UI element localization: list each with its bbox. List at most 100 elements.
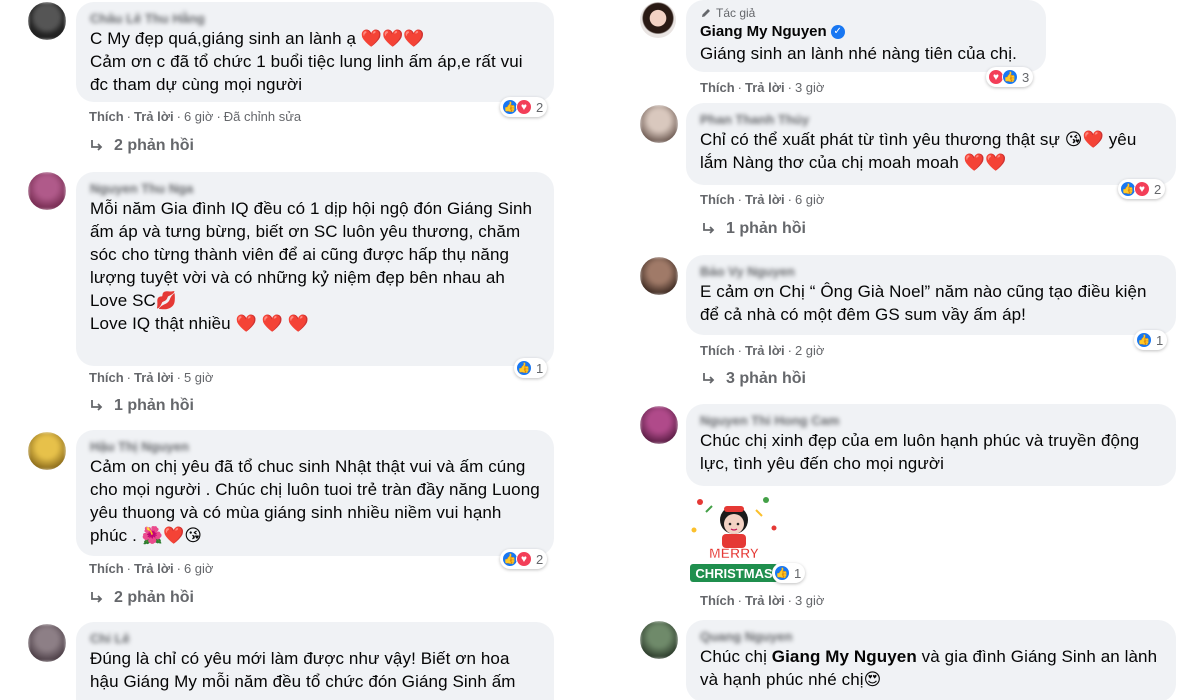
comment-time[interactable]: 3 giờ — [795, 80, 825, 95]
comment-bubble: Bảo Vy Nguyen E cảm ơn Chị “ Ông Già Noe… — [686, 255, 1176, 335]
comment-actions: Thích · Trả lời · 6 giờ · Đã chỉnh sửa — [89, 109, 302, 124]
comment-actions: Thích · Trả lời · 3 giờ — [700, 593, 825, 608]
reply-button[interactable]: Trả lời — [745, 343, 785, 358]
author-name[interactable]: Giang My Nguyen — [700, 23, 827, 40]
avatar[interactable] — [640, 2, 676, 38]
mention-link[interactable]: Giang My Nguyen — [772, 647, 917, 666]
reaction-count: 2 — [1154, 181, 1162, 197]
comment-bubble: Chi Lê Đúng là chỉ có yêu mới làm được n… — [76, 622, 554, 700]
like-button[interactable]: Thích — [89, 370, 124, 385]
avatar[interactable] — [28, 2, 66, 40]
like-reaction-icon: 👍 — [1002, 69, 1018, 85]
author-comment: Tác giả Giang My Nguyen ✓ Giáng sinh an l… — [600, 0, 1200, 100]
comment-time[interactable]: 3 giờ — [795, 593, 825, 608]
reply-button[interactable]: Trả lời — [745, 192, 785, 207]
reaction-count: 2 — [536, 99, 544, 115]
like-reaction-icon: 👍 — [1136, 332, 1152, 348]
comment-text: Cảm on chị yêu đã tổ chuc sinh Nhật thật… — [90, 457, 540, 545]
view-replies-link[interactable]: 2 phản hồi — [90, 589, 194, 607]
comment-time[interactable]: 6 giờ — [184, 109, 214, 124]
comment-time[interactable]: 5 giờ — [184, 370, 214, 385]
merry-christmas-sticker[interactable]: MERRY CHRISTMAS — [686, 490, 782, 586]
reply-arrow-icon — [91, 592, 103, 603]
love-reaction-icon: ♥ — [1134, 181, 1150, 197]
reply-button[interactable]: Trả lời — [134, 370, 174, 385]
comment-column-left: Châu Lê Thu Hằng C My đẹp quá,giáng sinh… — [0, 0, 590, 700]
reply-button[interactable]: Trả lời — [134, 109, 174, 124]
reaction-count: 1 — [794, 565, 802, 581]
comment-time[interactable]: 6 giờ — [184, 561, 214, 576]
avatar[interactable] — [28, 172, 66, 210]
comment-text: Chúc chị xinh đẹp của em luôn hạnh phúc … — [700, 431, 1140, 473]
comment-author[interactable]: Giang My Nguyen ✓ — [700, 22, 1034, 42]
reaction-count: 1 — [1156, 332, 1164, 348]
reply-arrow-icon — [91, 400, 103, 411]
comment: Bảo Vy Nguyen E cảm ơn Chị “ Ông Già Noe… — [600, 252, 1200, 402]
like-button[interactable]: Thích — [89, 561, 124, 576]
reaction-summary[interactable]: ♥ 👍 3 — [986, 67, 1034, 87]
comment-actions: Thích · Trả lời · 2 giờ — [700, 343, 825, 358]
view-replies-link[interactable]: 3 phản hồi — [702, 370, 806, 388]
replies-count: 1 phản hồi — [726, 220, 806, 237]
edited-label: Đã chỉnh sửa — [223, 109, 302, 124]
comment-time[interactable]: 6 giờ — [795, 192, 825, 207]
reply-button[interactable]: Trả lời — [134, 561, 174, 576]
comment-author[interactable]: Nguyen Thu Nga — [90, 180, 542, 197]
reaction-count: 3 — [1022, 69, 1030, 85]
reaction-summary[interactable]: 👍 1 — [514, 358, 548, 378]
reaction-summary[interactable]: 👍 ♥ 2 — [1118, 179, 1166, 199]
verified-badge-icon: ✓ — [830, 25, 845, 40]
reply-button[interactable]: Trả lời — [745, 593, 785, 608]
reaction-summary[interactable]: 👍 1 — [1134, 330, 1168, 350]
comment: Nguyen Thi Hong Cam Chúc chị xinh đẹp củ… — [600, 404, 1200, 614]
reaction-summary[interactable]: 👍 1 — [772, 563, 806, 583]
love-reaction-icon: ♥ — [516, 551, 532, 567]
view-replies-link[interactable]: 2 phản hồi — [90, 137, 194, 155]
like-button[interactable]: Thích — [700, 343, 735, 358]
like-button[interactable]: Thích — [89, 109, 124, 124]
like-reaction-icon: 👍 — [516, 360, 532, 376]
reaction-summary[interactable]: 👍 ♥ 2 — [500, 97, 548, 117]
comment-text-part: Chúc chị — [700, 647, 772, 666]
view-replies-link[interactable]: 1 phản hồi — [90, 397, 194, 415]
comment: Châu Lê Thu Hằng C My đẹp quá,giáng sinh… — [0, 0, 590, 170]
comment: Hậu Thị Nguyen Cảm on chị yêu đã tổ chuc… — [0, 430, 590, 625]
avatar[interactable] — [640, 406, 678, 444]
comment-author[interactable]: Phan Thanh Thúy — [700, 111, 1164, 128]
like-button[interactable]: Thích — [700, 192, 735, 207]
reply-arrow-icon — [703, 373, 715, 384]
reaction-summary[interactable]: 👍 ♥ 2 — [500, 549, 548, 569]
comment-column-right: Tác giả Giang My Nguyen ✓ Giáng sinh an l… — [600, 0, 1200, 700]
like-button[interactable]: Thích — [700, 593, 735, 608]
comment-author[interactable]: Hậu Thị Nguyen — [90, 438, 542, 455]
sticker-merry-text: MERRY — [709, 545, 760, 561]
avatar[interactable] — [640, 257, 678, 295]
avatar[interactable] — [640, 621, 678, 659]
view-replies-link[interactable]: 1 phản hồi — [702, 220, 806, 238]
comment-text: Mỗi năm Gia đình IQ đều có 1 dịp hội ngộ… — [90, 199, 533, 333]
like-button[interactable]: Thích — [700, 80, 735, 95]
author-badge: Tác giả — [700, 6, 1034, 20]
comment-actions: Thích · Trả lời · 5 giờ — [89, 370, 214, 385]
comment-bubble: Phan Thanh Thúy Chỉ có thể xuất phát từ … — [686, 103, 1176, 185]
comment-text: C My đẹp quá,giáng sinh an lành ạ ❤️❤️❤️… — [90, 29, 523, 94]
comment-bubble: Nguyen Thi Hong Cam Chúc chị xinh đẹp củ… — [686, 404, 1176, 486]
comment-time[interactable]: 2 giờ — [795, 343, 825, 358]
comment: Phan Thanh Thúy Chỉ có thể xuất phát từ … — [600, 100, 1200, 250]
love-reaction-icon: ♥ — [516, 99, 532, 115]
comment-actions: Thích · Trả lời · 6 giờ — [89, 561, 214, 576]
sticker-christmas-text: CHRISTMAS — [695, 566, 773, 581]
comment-author[interactable]: Quang Nguyen — [700, 628, 1164, 645]
reply-button[interactable]: Trả lời — [745, 80, 785, 95]
comment-text: E cảm ơn Chị “ Ông Già Noel” năm nào cũn… — [700, 282, 1147, 324]
replies-count: 3 phản hồi — [726, 370, 806, 387]
replies-count: 2 phản hồi — [114, 589, 194, 606]
comment-actions: Thích · Trả lời · 6 giờ — [700, 192, 825, 207]
comment-author[interactable]: Nguyen Thi Hong Cam — [700, 412, 1164, 429]
avatar[interactable] — [640, 105, 678, 143]
avatar[interactable] — [28, 432, 66, 470]
comment-author[interactable]: Châu Lê Thu Hằng — [90, 10, 542, 27]
avatar[interactable] — [28, 624, 66, 662]
comment-author[interactable]: Chi Lê — [90, 630, 542, 647]
comment-author[interactable]: Bảo Vy Nguyen — [700, 263, 1164, 280]
